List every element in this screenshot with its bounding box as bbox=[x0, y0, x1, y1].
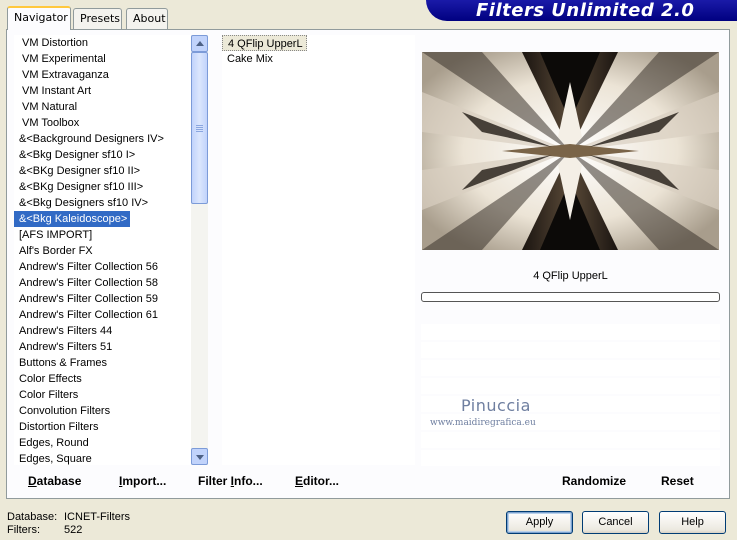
category-item[interactable]: VM Instant Art bbox=[14, 83, 191, 99]
category-item[interactable]: Andrew's Filters 44 bbox=[14, 323, 191, 339]
database-value: ICNET-Filters bbox=[64, 511, 130, 523]
category-item[interactable]: &<Bkg Kaleidoscope> bbox=[14, 211, 131, 227]
category-item[interactable]: VM Experimental bbox=[14, 51, 191, 67]
watermark-url: www.maidiregrafica.eu bbox=[430, 418, 536, 428]
category-item[interactable]: &<BKg Designer sf10 II> bbox=[14, 163, 191, 179]
parameter-row bbox=[421, 378, 720, 394]
apply-button[interactable]: Apply bbox=[506, 511, 573, 534]
category-item[interactable]: Edges, Round bbox=[14, 435, 191, 451]
filter-preview-image bbox=[422, 52, 719, 250]
product-banner: Filters Unlimited 2.0 bbox=[426, 0, 737, 21]
tab-presets[interactable]: Presets bbox=[73, 8, 122, 29]
category-item[interactable]: VM Extravaganza bbox=[14, 67, 191, 83]
category-scrollbar[interactable] bbox=[191, 35, 208, 465]
filter-info-button[interactable]: Filter Info... bbox=[198, 474, 263, 488]
filter-item[interactable]: Cake Mix bbox=[222, 51, 415, 67]
database-button[interactable]: Database bbox=[28, 474, 81, 488]
parameter-row bbox=[421, 432, 720, 448]
parameter-row bbox=[421, 324, 720, 340]
banner-title: Filters Unlimited 2.0 bbox=[476, 0, 695, 21]
filter-item[interactable]: 4 QFlip UpperL bbox=[222, 35, 307, 51]
category-item[interactable]: Edges, Square bbox=[14, 451, 191, 465]
category-item[interactable]: VM Distortion bbox=[14, 35, 191, 51]
category-item[interactable]: VM Toolbox bbox=[14, 115, 191, 131]
category-item[interactable]: VM Natural bbox=[14, 99, 191, 115]
import-button[interactable]: Import... bbox=[119, 474, 166, 488]
scroll-up-button[interactable] bbox=[191, 35, 208, 52]
category-item[interactable]: Andrew's Filter Collection 59 bbox=[14, 291, 191, 307]
chevron-down-icon bbox=[196, 455, 204, 460]
category-item[interactable]: Alf's Border FX bbox=[14, 243, 191, 259]
category-item[interactable]: &<Bkg Designer sf10 I> bbox=[14, 147, 191, 163]
help-button[interactable]: Help bbox=[659, 511, 726, 534]
randomize-button[interactable]: Randomize bbox=[562, 474, 626, 488]
scroll-thumb[interactable] bbox=[191, 52, 208, 204]
category-item[interactable]: Buttons & Frames bbox=[14, 355, 191, 371]
cancel-button[interactable]: Cancel bbox=[582, 511, 649, 534]
parameter-row bbox=[421, 360, 720, 376]
tab-label: Navigator bbox=[14, 11, 68, 24]
tab-label: About bbox=[133, 12, 166, 25]
selected-filter-title: 4 QFlip UpperL bbox=[533, 270, 608, 282]
filters-count-value: 522 bbox=[64, 524, 83, 536]
editor-button[interactable]: Editor... bbox=[295, 474, 339, 488]
category-item[interactable]: Convolution Filters bbox=[14, 403, 191, 419]
category-list[interactable]: VM Distortion VM Experimental VM Extravaga… bbox=[14, 35, 191, 465]
progress-bar bbox=[421, 292, 720, 302]
category-item[interactable]: &<Background Designers IV> bbox=[14, 131, 191, 147]
grip-icon bbox=[196, 125, 203, 126]
tab-about[interactable]: About bbox=[126, 8, 168, 29]
category-item[interactable]: Color Filters bbox=[14, 387, 191, 403]
filter-list[interactable]: 4 QFlip UpperL Cake Mix bbox=[222, 35, 415, 465]
category-item[interactable]: &<Bkg Designers sf10 IV> bbox=[14, 195, 191, 211]
parameter-row bbox=[421, 450, 720, 466]
reset-button[interactable]: Reset bbox=[661, 474, 694, 488]
category-item[interactable]: Andrew's Filters 51 bbox=[14, 339, 191, 355]
chevron-up-icon bbox=[196, 41, 204, 46]
parameter-row bbox=[421, 342, 720, 358]
category-item[interactable]: &<BKg Designer sf10 III> bbox=[14, 179, 191, 195]
watermark-name: Pinuccia bbox=[461, 396, 531, 415]
category-item[interactable]: Andrew's Filter Collection 56 bbox=[14, 259, 191, 275]
category-item[interactable]: Andrew's Filter Collection 58 bbox=[14, 275, 191, 291]
category-item[interactable]: [AFS IMPORT] bbox=[14, 227, 191, 243]
category-item[interactable]: Andrew's Filter Collection 61 bbox=[14, 307, 191, 323]
category-item[interactable]: Color Effects bbox=[14, 371, 191, 387]
tab-navigator[interactable]: Navigator bbox=[7, 6, 71, 30]
filters-count-label: Filters: bbox=[7, 524, 40, 536]
database-label: Database: bbox=[7, 511, 58, 523]
scroll-down-button[interactable] bbox=[191, 448, 208, 465]
tab-label: Presets bbox=[80, 12, 121, 25]
category-item[interactable]: Distortion Filters bbox=[14, 419, 191, 435]
